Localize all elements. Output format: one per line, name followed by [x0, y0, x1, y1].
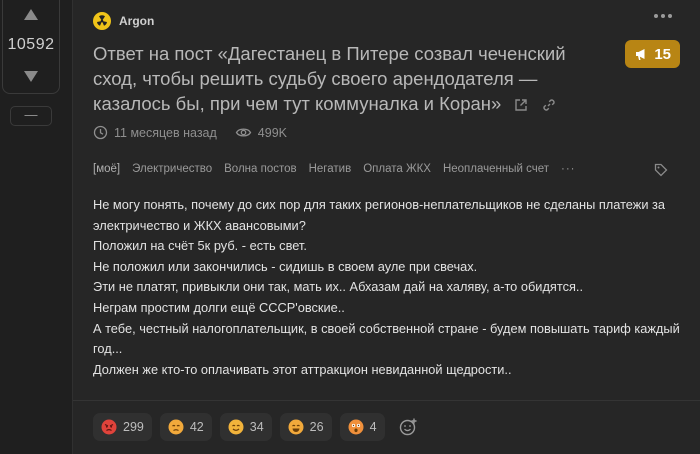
sad-face-icon	[168, 419, 184, 435]
post-views-text: 499K	[257, 125, 287, 140]
radiation-icon	[97, 15, 107, 26]
tag-list: [моё] Электричество Волна постов Негатив…	[93, 163, 588, 175]
vote-count: 10592	[7, 36, 55, 53]
post-body: Не могу понять, почему до сих пор для та…	[93, 195, 691, 380]
reaction-count: 299	[123, 420, 144, 434]
rating-badge[interactable]: 15	[625, 40, 680, 68]
body-paragraph: Неграм простим долги ещё СССР'овские..	[93, 299, 345, 315]
tag-post-wave[interactable]: Волна постов	[224, 163, 296, 175]
body-paragraph: А тебе, честный налогоплательщик, в свое…	[93, 320, 680, 357]
reaction-count: 4	[369, 420, 377, 434]
rating-badge-value: 15	[654, 45, 671, 63]
tags-more-button[interactable]: ···	[561, 163, 576, 175]
reaction-count: 42	[189, 420, 204, 434]
body-paragraph: Эти не платят, привыкли они так, мать их…	[93, 279, 584, 295]
body-paragraph: Не положил или закончились - сидишь в св…	[93, 258, 478, 274]
downvote-arrow-icon[interactable]	[24, 71, 38, 82]
reaction-bar: 299 42 34 26 4	[93, 413, 423, 441]
add-reaction-button[interactable]	[393, 413, 423, 441]
vote-sidebar: 10592 —	[0, 0, 62, 454]
body-paragraph: Положил на счёт 5к руб. - есть свет.	[93, 238, 307, 254]
copy-link-icon[interactable]	[542, 93, 556, 118]
post-meta: 11 месяцев назад 499K	[93, 125, 305, 140]
author-avatar[interactable]	[93, 12, 111, 30]
tag-icon[interactable]	[654, 163, 668, 182]
more-options-icon[interactable]	[654, 14, 672, 18]
reaction-angry[interactable]: 299	[93, 413, 152, 441]
tag-unpaid-bill[interactable]: Неоплаченный счет	[443, 163, 549, 175]
reaction-laugh[interactable]: 26	[279, 413, 332, 441]
post-title-link[interactable]: Ответ на пост «Дагестанец в Питере созва…	[93, 43, 566, 114]
reaction-smile[interactable]: 34	[219, 413, 272, 441]
vote-box: 10592	[2, 0, 60, 94]
post-card: Argon Ответ на пост «Дагестанец в Питере…	[72, 0, 700, 454]
post-views: 499K	[235, 125, 287, 140]
upvote-arrow-icon[interactable]	[24, 9, 38, 20]
tag-utility-payment[interactable]: Оплата ЖКХ	[363, 163, 431, 175]
author-name[interactable]: Argon	[119, 14, 154, 28]
minus-button[interactable]: —	[10, 106, 52, 126]
reaction-count: 26	[309, 420, 324, 434]
tag-own[interactable]: [моё]	[93, 163, 120, 175]
reaction-count: 34	[249, 420, 264, 434]
body-paragraph: Должен же кто-то оплачивать этот аттракц…	[93, 361, 512, 377]
post-time-text: 11 месяцев назад	[114, 125, 217, 140]
add-emoji-icon	[399, 418, 417, 436]
author[interactable]: Argon	[93, 10, 154, 32]
divider	[73, 400, 700, 401]
angry-face-icon	[101, 419, 117, 435]
reaction-astonished[interactable]: 4	[339, 413, 385, 441]
eye-icon	[235, 125, 252, 140]
body-paragraph: Не могу понять, почему до сих пор для та…	[93, 197, 666, 233]
laughing-face-icon	[288, 419, 304, 435]
reaction-sad[interactable]: 42	[159, 413, 212, 441]
smiling-face-icon	[228, 419, 244, 435]
astonished-face-icon	[348, 419, 364, 435]
post-title[interactable]: Ответ на пост «Дагестанец в Питере созва…	[93, 41, 603, 118]
clock-icon	[93, 125, 108, 140]
post-time: 11 месяцев назад	[93, 125, 217, 140]
megaphone-icon	[636, 49, 645, 60]
external-link-icon[interactable]	[514, 93, 528, 118]
tag-negative[interactable]: Негатив	[309, 163, 352, 175]
tag-electricity[interactable]: Электричество	[132, 163, 212, 175]
